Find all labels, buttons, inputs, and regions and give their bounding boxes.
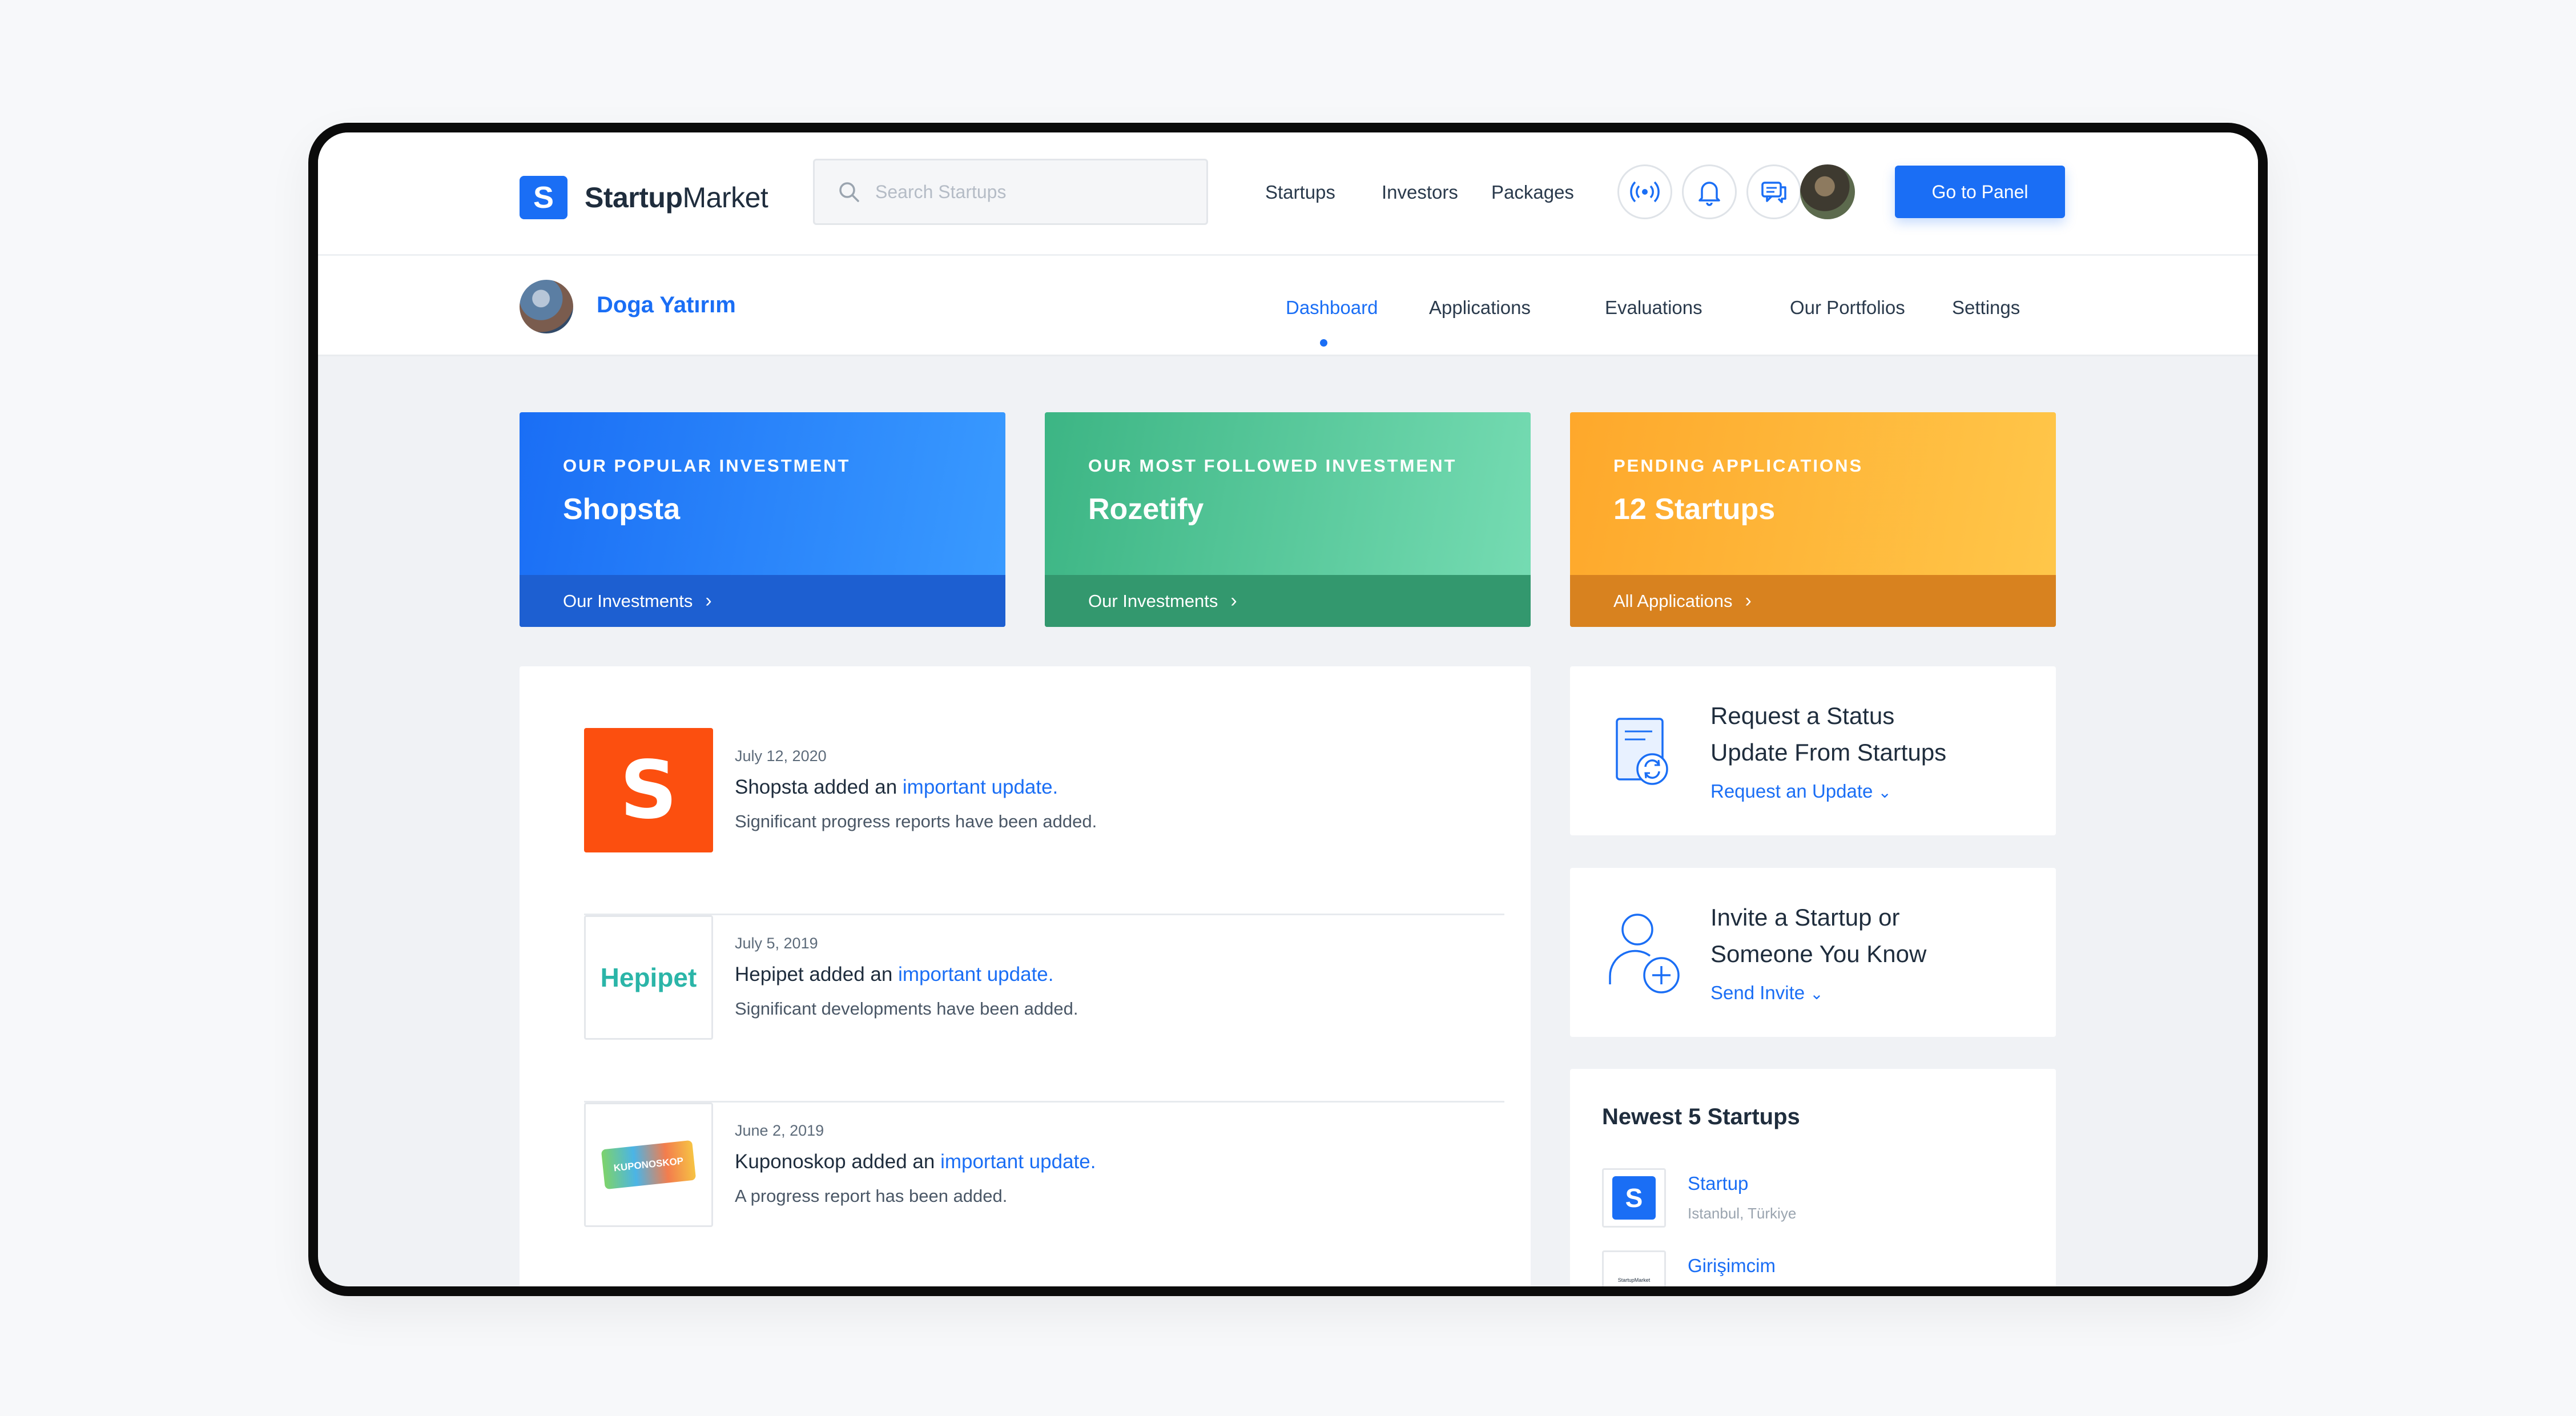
brand-logo-text: StartupMarket — [585, 182, 768, 214]
search-icon — [838, 180, 860, 203]
stat-card-kicker: OUR POPULAR INVESTMENT — [563, 456, 851, 476]
feed-date: July 12, 2020 — [735, 747, 827, 765]
important-update-link[interactable]: important update. — [903, 776, 1058, 798]
list-item[interactable]: StartupMarket Girişimcim Istanbul, Türki… — [1602, 1250, 2002, 1296]
search-input[interactable] — [875, 181, 1195, 203]
invite-heading: Invite a Startup or Someone You Know — [1710, 904, 1927, 967]
top-navigation-bar: S StartupMarket Startups Investors Packa… — [318, 132, 2258, 256]
feed-item[interactable]: KUPONOSKOP June 2, 2019 Kuponoskop added… — [584, 1103, 1504, 1286]
stat-card-most-followed: OUR MOST FOLLOWED INVESTMENT Rozetify Ou… — [1045, 412, 1531, 627]
chevron-right-icon: › — [1230, 590, 1237, 612]
invite-card: Invite a Startup or Someone You Know Send… — [1570, 868, 2056, 1037]
chevron-down-icon: ⌄ — [1810, 985, 1824, 1003]
startup-logo: S — [1602, 1168, 1666, 1228]
stat-card-value: Shopsta — [563, 493, 681, 526]
list-item[interactable]: S Startup Istanbul, Türkiye — [1602, 1168, 2002, 1231]
important-update-link[interactable]: important update. — [898, 963, 1053, 985]
messages-button[interactable] — [1746, 164, 1801, 219]
newest-startups-title: Newest 5 Startups — [1602, 1104, 1800, 1129]
company-logo: Hepipet — [584, 915, 713, 1040]
stat-card-value: 12 Startups — [1613, 493, 1776, 526]
device-frame: S StartupMarket Startups Investors Packa… — [308, 123, 2268, 1296]
tab-applications[interactable]: Applications — [1429, 297, 1531, 319]
chat-icon — [1761, 182, 1786, 203]
company-logo: KUPONOSKOP — [584, 1103, 713, 1227]
search-box[interactable] — [813, 159, 1208, 225]
organization-avatar[interactable] — [520, 280, 573, 333]
newest-startups-card: Newest 5 Startups S Startup Istanbul, Tü… — [1570, 1069, 2056, 1296]
active-tab-indicator — [1320, 339, 1327, 347]
startup-location: Istanbul, Türkiye — [1688, 1287, 1797, 1296]
organization-subbar: Doga Yatırım Dashboard Applications Eval… — [318, 256, 2258, 356]
updates-feed: S July 12, 2020 Shopsta added an importa… — [520, 666, 1531, 1296]
important-update-link[interactable]: important update. — [940, 1150, 1096, 1173]
feed-description: Significant progress reports have been a… — [735, 811, 1097, 831]
broadcast-icon — [1630, 181, 1660, 203]
add-user-icon — [1604, 909, 1684, 997]
stat-card-link[interactable]: Our Investments › — [520, 575, 1005, 627]
chevron-down-icon: ⌄ — [1878, 783, 1892, 801]
stat-card-kicker: PENDING APPLICATIONS — [1613, 456, 1863, 476]
request-status-card: Request a Status Update From Startups Req… — [1570, 666, 2056, 835]
tab-our-portfolios[interactable]: Our Portfolios — [1790, 297, 1905, 319]
feed-title: Kuponoskop added an important update. — [735, 1150, 1096, 1173]
nav-link-startups[interactable]: Startups — [1265, 182, 1335, 203]
nav-link-investors[interactable]: Investors — [1382, 182, 1458, 203]
feed-item[interactable]: Hepipet July 5, 2019 Hepipet added an im… — [584, 915, 1504, 1103]
feed-item[interactable]: S July 12, 2020 Shopsta added an importa… — [584, 728, 1504, 915]
document-refresh-icon — [1604, 712, 1679, 795]
startup-name[interactable]: Startup — [1688, 1173, 1748, 1194]
stat-card-link[interactable]: All Applications › — [1570, 575, 2056, 627]
feed-title: Shopsta added an important update. — [735, 776, 1058, 798]
tab-settings[interactable]: Settings — [1952, 297, 2020, 319]
startup-location: Istanbul, Türkiye — [1688, 1205, 1797, 1222]
stat-card-pending-applications: PENDING APPLICATIONS 12 Startups All App… — [1570, 412, 2056, 627]
feed-title: Hepipet added an important update. — [735, 963, 1054, 985]
feed-date: June 2, 2019 — [735, 1122, 824, 1139]
stat-card-value: Rozetify — [1088, 493, 1204, 526]
send-invite-dropdown[interactable]: Send Invite ⌄ — [1710, 982, 1824, 1004]
stat-card-kicker: OUR MOST FOLLOWED INVESTMENT — [1088, 456, 1457, 476]
tab-evaluations[interactable]: Evaluations — [1605, 297, 1702, 319]
feed-date: July 5, 2019 — [735, 935, 818, 952]
request-status-heading: Request a Status Update From Startups — [1710, 702, 1947, 766]
feed-description: Significant developments have been added… — [735, 999, 1078, 1019]
startup-name[interactable]: Girişimcim — [1688, 1255, 1776, 1277]
stat-card-popular-investment: OUR POPULAR INVESTMENT Shopsta Our Inves… — [520, 412, 1005, 627]
user-avatar[interactable] — [1800, 164, 1855, 219]
request-update-dropdown[interactable]: Request an Update ⌄ — [1710, 781, 1891, 802]
organization-name[interactable]: Doga Yatırım — [597, 292, 736, 318]
brand-logo[interactable]: S StartupMarket — [520, 176, 768, 219]
broadcast-button[interactable] — [1617, 164, 1672, 219]
chevron-right-icon: › — [1745, 590, 1752, 612]
feed-item-partial — [584, 1291, 713, 1296]
startup-logo: StartupMarket — [1602, 1250, 1666, 1286]
brand-logo-mark: S — [520, 176, 567, 219]
go-to-panel-button[interactable]: Go to Panel — [1895, 166, 2065, 218]
chevron-right-icon: › — [705, 590, 712, 612]
feed-description: A progress report has been added. — [735, 1186, 1008, 1206]
company-logo: S — [584, 728, 713, 852]
stat-card-link[interactable]: Our Investments › — [1045, 575, 1531, 627]
nav-link-packages[interactable]: Packages — [1491, 182, 1574, 203]
tab-dashboard[interactable]: Dashboard — [1286, 297, 1378, 319]
notifications-button[interactable] — [1682, 164, 1737, 219]
bell-icon — [1698, 182, 1720, 206]
